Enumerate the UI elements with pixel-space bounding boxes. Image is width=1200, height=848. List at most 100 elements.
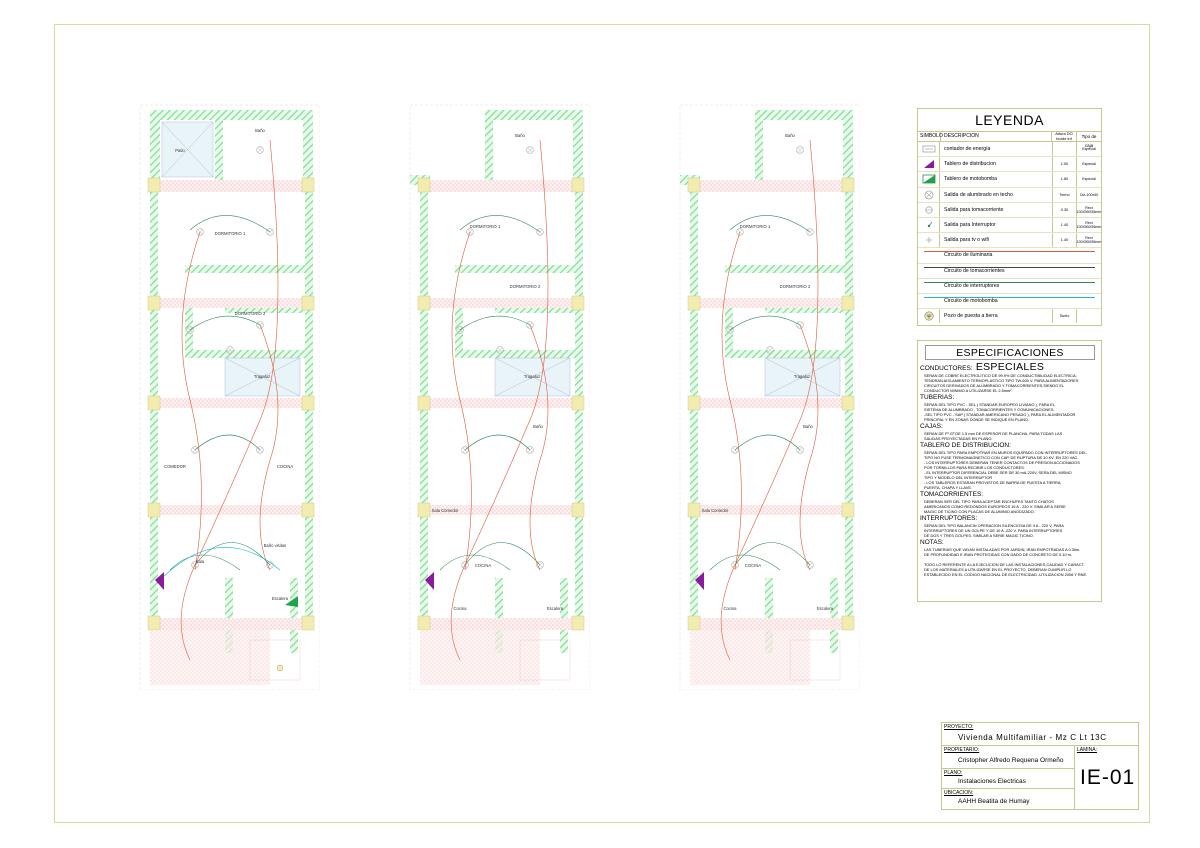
wall (755, 110, 763, 180)
floor-slab (150, 630, 270, 685)
room-label: Baño (785, 133, 795, 138)
wall (455, 305, 463, 355)
column (147, 502, 161, 518)
energy-meter-icon (922, 145, 935, 153)
column (147, 177, 161, 193)
tv-wifi-outlet-icon (925, 237, 932, 244)
legend-height: 1.40 (1053, 217, 1077, 233)
socket-outlet-icon (924, 206, 933, 214)
beam (690, 618, 853, 630)
switch-circuit (189, 315, 261, 331)
room-label: Baño (533, 424, 543, 429)
owner-name: Cristopher Alfredo Requena Ormeño (958, 757, 1064, 764)
column (687, 502, 701, 518)
specs-body: CONDUCTORES: SERAN DE COBRE ELECTROLITIC… (920, 364, 1099, 577)
wall (843, 110, 853, 180)
column (301, 615, 315, 631)
column (571, 395, 585, 411)
legend-height: 1.80 (1053, 172, 1077, 187)
legend-circuit-label: Circuito de interruptores (944, 282, 1000, 289)
legend-height: 1.50 (1053, 157, 1077, 172)
column (417, 295, 431, 311)
spec-text: DEBERAN SER DEL TIPO PARA ACEPTAR ENCHUF… (924, 499, 1066, 514)
project-cell: PROYECTO: Vivienda Multifamiliar - Mz C … (942, 723, 1138, 746)
wall (485, 110, 493, 180)
wall (455, 350, 575, 358)
switch-circuit (464, 542, 541, 566)
wall (560, 578, 568, 653)
legend-box: Especial (1082, 177, 1096, 182)
plan-label: PLANO: (944, 770, 963, 776)
ground-well-icon (924, 311, 933, 321)
project-name: Vivienda Multifamiliar - Mz C Lt 13C (958, 733, 1107, 742)
legend-box: Rect 100X55X55mm (1076, 236, 1102, 245)
column (147, 395, 161, 411)
spec-heading: TABLERO DE DISTRIBUCION: (920, 442, 1011, 449)
legend-height: Techo (1053, 187, 1077, 202)
plan-name: Instalaciones Electricas (958, 778, 1026, 785)
room-label: COCINA (277, 464, 293, 469)
column (147, 615, 161, 631)
room-label: DORMITORIO 1 (215, 231, 246, 236)
owner-cell: PROPIETARIO: Cristopher Alfredo Requena … (942, 746, 1075, 769)
column (571, 615, 585, 631)
wall (303, 110, 313, 180)
wall (215, 110, 223, 180)
legend-box (1077, 309, 1101, 323)
room-label: COMEDOR (164, 464, 186, 469)
switch-circuit (194, 542, 271, 566)
column (841, 395, 855, 411)
column (571, 295, 585, 311)
pump-board-icon (922, 175, 935, 184)
legend-box: Rect 100X55X55mm (1076, 221, 1102, 230)
room-label: COCINA (745, 563, 761, 568)
legend-circuit-label: Circuito de motobomba (944, 297, 998, 304)
spec-heading: INTERRUPTORES: (920, 515, 978, 522)
wall (755, 110, 853, 120)
title-block: PROYECTO: Vivienda Multifamiliar - Mz C … (941, 722, 1139, 810)
beam (420, 618, 583, 630)
room-label: Baño (255, 128, 265, 133)
legend-height: 1.40 (1053, 233, 1077, 248)
legend-description: Salida para tomacorriente (940, 202, 1053, 217)
legend-row: Salida para tomacorriente 0.30 Rect 100X… (918, 202, 1101, 218)
spec-heading: CONDUCTORES: (920, 365, 973, 372)
spec-text: SERAN DE Fº Gº DE 1.5 mm DE ESPESOR DE P… (924, 431, 1063, 441)
switch-circuit (729, 315, 801, 331)
room-label: COCINA (475, 563, 491, 568)
wall (573, 110, 583, 180)
ceiling-light-outlet-icon (526, 146, 534, 154)
legend-box: Especial (1082, 162, 1096, 167)
legend-circuit-label: Circuito de iluminaria (944, 252, 993, 259)
column (417, 177, 431, 193)
column (841, 295, 855, 311)
legend-row: Salida para tv o wifi 1.40 Rect 100X55X5… (918, 233, 1102, 249)
wall (150, 110, 160, 180)
column (687, 615, 701, 631)
column (687, 295, 701, 311)
column (841, 615, 855, 631)
legend-header: SIMBOLO DESCRIPCION Altura DO borde inf … (918, 131, 1101, 148)
room-label: DORMITORIO 2 (510, 284, 541, 289)
beam (420, 298, 583, 308)
column (301, 502, 315, 518)
room-label: Baño visitas (264, 543, 287, 548)
beam (420, 398, 583, 408)
switch-circuit (734, 542, 811, 566)
column (687, 395, 701, 411)
floor-plan-2: Baño DORMITORIO 1 DORMITORIO 2 Tragaluz Baño… (400, 100, 590, 690)
room-label: Sala (196, 559, 205, 564)
wall (725, 305, 733, 355)
switch-circuit (459, 315, 531, 331)
legend-circuit-row: Circuito de iluminaria (918, 248, 1101, 264)
column (841, 177, 855, 193)
room-label: Baño (515, 133, 525, 138)
sheet-cell: LAMINA: IE-01 (1075, 746, 1138, 809)
room-label: Sala Comedor (702, 508, 729, 513)
floor-slab (690, 630, 810, 685)
wall (185, 350, 305, 358)
spec-heading: CAJAS: (920, 423, 943, 430)
legend-box: Oct-100x40 (1079, 192, 1099, 197)
column (571, 502, 585, 518)
spec-text: SERAN DEL TIPO PARA EMPOTRAR EN MUROS EQ… (924, 450, 1087, 490)
